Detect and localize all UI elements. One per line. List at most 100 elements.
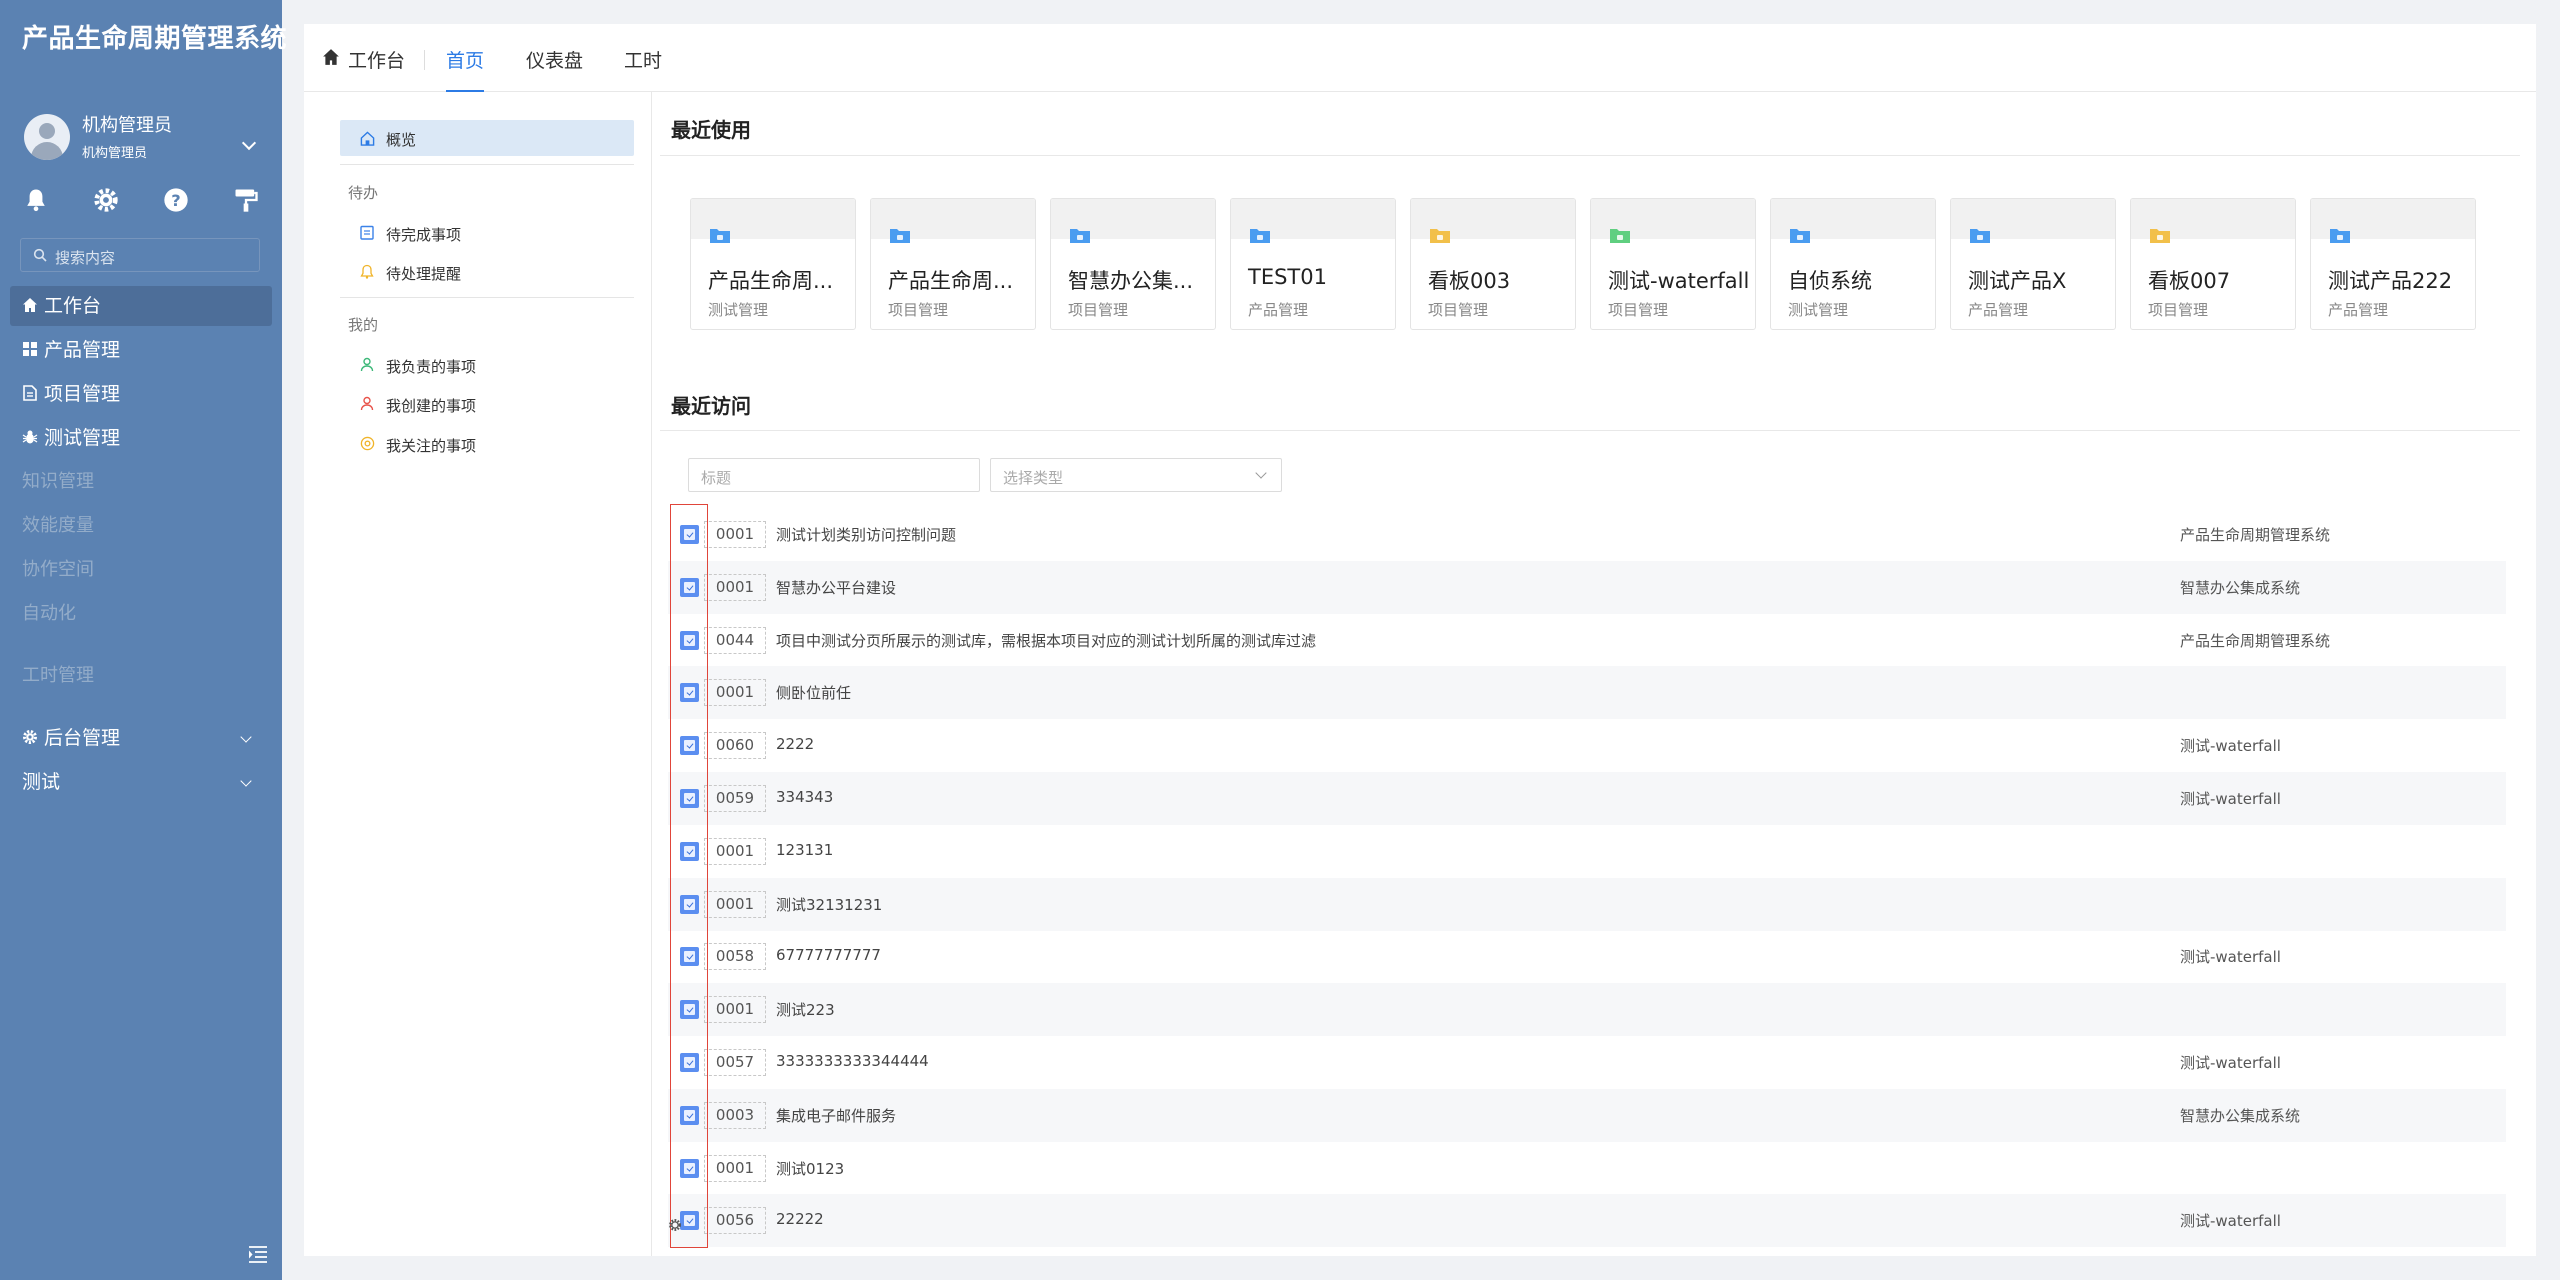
- recent-card[interactable]: 测试产品X 产品管理: [1950, 198, 2116, 330]
- item-code: 0059: [704, 785, 766, 812]
- item-title[interactable]: 测试计划类别访问控制问题: [776, 524, 956, 545]
- nav-item-ceshi[interactable]: 测试: [10, 762, 272, 802]
- table-row[interactable]: 0001 123131: [668, 825, 2506, 878]
- item-code: 0001: [704, 573, 766, 601]
- item-title[interactable]: 334343: [776, 788, 833, 806]
- table-row[interactable]: 0060 2222 测试-waterfall: [668, 719, 2506, 772]
- user-menu[interactable]: 机构管理员 机构管理员: [24, 108, 257, 168]
- nav-item-workbench[interactable]: 工作台: [10, 286, 272, 326]
- chevron-down-icon: [1255, 467, 1267, 479]
- help-icon[interactable]: ?: [162, 186, 190, 214]
- table-row[interactable]: 0056 22222 测试-waterfall: [668, 1194, 2506, 1248]
- item-title[interactable]: 123131: [776, 841, 833, 859]
- recent-card[interactable]: 看板007 项目管理: [2130, 198, 2296, 330]
- table-row[interactable]: 0059 334343 测试-waterfall: [668, 772, 2506, 825]
- table-row[interactable]: 0001 侧卧位前任: [668, 666, 2506, 720]
- table-row[interactable]: 0001 智慧办公平台建设 智慧办公集成系统: [668, 560, 2506, 614]
- divider: [660, 430, 2520, 431]
- item-project: 智慧办公集成系统: [2180, 1106, 2301, 1125]
- tab-dashboard[interactable]: 仪表盘: [526, 46, 583, 73]
- tab-home[interactable]: 首页: [446, 46, 484, 73]
- type-select[interactable]: 选择类型: [990, 458, 1282, 492]
- item-title[interactable]: 测试32131231: [776, 894, 882, 915]
- nav-item-test[interactable]: 测试管理: [10, 418, 272, 458]
- table-row[interactable]: 0001 测试计划类别访问控制问题 产品生命周期管理系统: [668, 508, 2506, 561]
- card-type: 项目管理: [1428, 301, 1489, 319]
- menu-item-created[interactable]: 我创建的事项: [386, 395, 476, 416]
- recent-card[interactable]: 测试产品222 产品管理: [2310, 198, 2476, 330]
- recent-card[interactable]: 智慧办公集... 项目管理: [1050, 198, 1216, 330]
- table-row[interactable]: 0044 项目中测试分页所展示的测试库，需根据本项目对应的测试计划所属的测试库过滤…: [668, 614, 2506, 667]
- nav-label: 测试管理: [44, 427, 121, 449]
- collapse-menu-icon[interactable]: [248, 1245, 268, 1263]
- card-type: 项目管理: [888, 301, 949, 319]
- folder-icon: [1610, 229, 1630, 243]
- item-code: 0001: [704, 521, 766, 548]
- chevron-down-icon[interactable]: [241, 135, 257, 151]
- paint-roller-icon[interactable]: [232, 186, 260, 214]
- item-project: 产品生命周期管理系统: [2180, 526, 2331, 544]
- title-filter-placeholder: 标题: [701, 469, 732, 487]
- table-row[interactable]: 0001 测试0123: [668, 1142, 2506, 1195]
- breadcrumb-workbench[interactable]: 工作台: [348, 46, 405, 73]
- recent-card[interactable]: 自侦系统 测试管理: [1770, 198, 1936, 330]
- tab-worktime[interactable]: 工时: [624, 46, 662, 73]
- item-code: 0001: [704, 679, 766, 707]
- card-type: 产品管理: [1248, 301, 1309, 319]
- nav-item-admin[interactable]: 后台管理: [10, 718, 272, 758]
- nav-item-collab: 协作空间: [22, 559, 94, 580]
- item-title[interactable]: 智慧办公平台建设: [776, 577, 896, 598]
- nav-label: 工作台: [44, 295, 102, 317]
- card-name: 测试产品222: [2328, 269, 2453, 293]
- table-row[interactable]: 0001 测试223: [668, 983, 2506, 1037]
- item-title[interactable]: 67777777777: [776, 946, 881, 964]
- nav-item-product[interactable]: 产品管理: [10, 330, 272, 370]
- item-project: 测试-waterfall: [2180, 1054, 2281, 1072]
- folder-icon: [2330, 229, 2350, 243]
- gear-icon[interactable]: [92, 186, 120, 214]
- title-filter-input[interactable]: 标题: [688, 458, 980, 492]
- item-title[interactable]: 测试223: [776, 999, 835, 1020]
- item-title[interactable]: 22222: [776, 1210, 824, 1228]
- sidebar: 产品生命周期管理系统 机构管理员 机构管理员 ? 搜索内容 工作台 产品管理 项…: [0, 0, 287, 1280]
- recent-card[interactable]: 产品生命周... 测试管理: [690, 198, 856, 330]
- recent-card[interactable]: TEST01 产品管理: [1230, 198, 1396, 330]
- bell-icon[interactable]: [22, 186, 50, 214]
- item-code: 0057: [704, 1049, 766, 1076]
- item-project: 测试-waterfall: [2180, 790, 2281, 808]
- menu-item-todo[interactable]: 待完成事项: [386, 224, 461, 245]
- recent-card[interactable]: 测试-waterfall 项目管理: [1590, 198, 1756, 330]
- user-icon: [360, 357, 374, 372]
- table-row[interactable]: 0003 集成电子邮件服务 智慧办公集成系统: [668, 1088, 2506, 1142]
- search-input[interactable]: 搜索内容: [20, 238, 260, 272]
- bell-icon: [360, 264, 374, 279]
- item-title[interactable]: 2222: [776, 735, 814, 753]
- item-title[interactable]: 3333333333344444: [776, 1052, 929, 1070]
- menu-item-followed[interactable]: 我关注的事项: [386, 435, 476, 456]
- nav-item-automation: 自动化: [22, 603, 76, 624]
- menu-item-overview[interactable]: 概览: [386, 129, 416, 150]
- recent-card[interactable]: 看板003 项目管理: [1410, 198, 1576, 330]
- home-icon: [323, 49, 339, 65]
- menu-item-reminder[interactable]: 待处理提醒: [386, 263, 461, 284]
- table-row[interactable]: 0001 测试32131231: [668, 877, 2506, 931]
- nav-item-project[interactable]: 项目管理: [10, 374, 272, 414]
- card-type: 项目管理: [1068, 301, 1129, 319]
- main-panel: 工作台 首页 仪表盘 工时 概览 待办 待完成事项 待处理提醒 我的 我负责的事…: [304, 24, 2536, 1256]
- item-title[interactable]: 项目中测试分页所展示的测试库，需根据本项目对应的测试计划所属的测试库过滤: [776, 630, 1316, 651]
- clipboard-icon: [360, 225, 374, 240]
- menu-item-responsible[interactable]: 我负责的事项: [386, 356, 476, 377]
- table-row[interactable]: 0057 3333333333344444 测试-waterfall: [668, 1036, 2506, 1089]
- item-title[interactable]: 测试0123: [776, 1158, 844, 1179]
- item-code: 0003: [704, 1101, 766, 1129]
- item-title[interactable]: 侧卧位前任: [776, 682, 851, 703]
- gear-icon[interactable]: [668, 1218, 682, 1232]
- menu-item-overview-bg[interactable]: [340, 120, 634, 156]
- folder-icon: [1250, 229, 1270, 243]
- recent-card[interactable]: 产品生命周... 项目管理: [870, 198, 1036, 330]
- item-title[interactable]: 集成电子邮件服务: [776, 1105, 896, 1126]
- card-name: TEST01: [1248, 265, 1327, 289]
- card-type: 测试管理: [708, 301, 769, 319]
- card-type: 产品管理: [1968, 301, 2029, 319]
- table-row[interactable]: 0058 67777777777 测试-waterfall: [668, 930, 2506, 983]
